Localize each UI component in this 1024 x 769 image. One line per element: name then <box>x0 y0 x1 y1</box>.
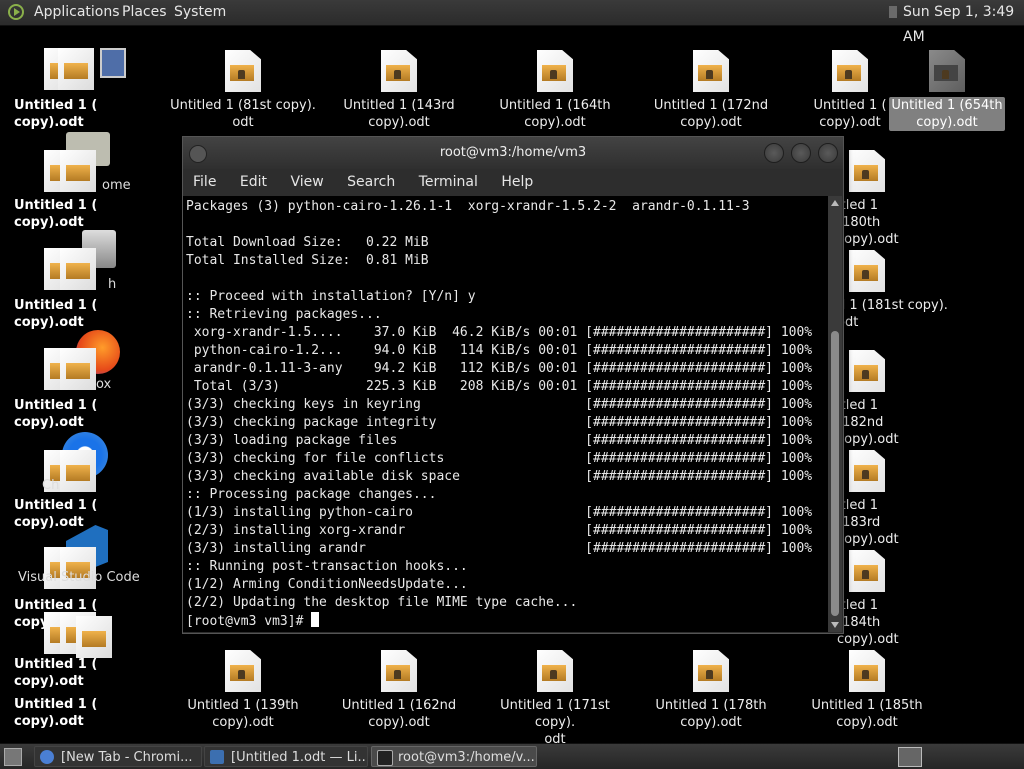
workspace-switcher[interactable] <box>898 747 922 767</box>
computer-icon <box>100 48 126 78</box>
desktop-file-icon[interactable]: itled 1 (180th copy).odt <box>835 150 925 248</box>
top-panel: Applications Places System Sun Sep 1, 3:… <box>0 0 1024 45</box>
panel-clock[interactable]: Sun Sep 1, 3:49 AM <box>903 0 1024 50</box>
vscode-label: Visual Studio Code <box>18 570 140 585</box>
writer-icon <box>210 750 224 764</box>
document-icon <box>225 50 261 92</box>
menu-edit[interactable]: Edit <box>240 174 267 190</box>
task-chromium[interactable]: [New Tab - Chromi... <box>34 746 202 767</box>
document-icon <box>849 350 885 392</box>
desktop-file-icon[interactable]: Untitled 1 (162nd copy).odt <box>324 650 474 731</box>
desktop-file-icon[interactable]: Untitled 1 (139th copy).odt <box>168 650 318 731</box>
distro-logo-icon[interactable] <box>8 4 24 20</box>
desktop-file-icon[interactable]: itled 1 (183rd copy).odt <box>835 450 925 548</box>
document-icon <box>60 150 96 192</box>
document-icon <box>225 650 261 692</box>
home-label: ome <box>102 178 131 193</box>
desktop-icon-label[interactable]: Untitled 1 ( copy).odt <box>14 696 97 730</box>
menu-view[interactable]: View <box>290 174 323 190</box>
desktop-file-icon[interactable]: Untitled 1 (185th copy).odt <box>792 650 942 731</box>
menu-search[interactable]: Search <box>347 174 395 190</box>
document-icon <box>693 650 729 692</box>
document-icon <box>849 550 885 592</box>
desktop-icon-label: Untitled 1 ( copy).odt <box>14 198 98 230</box>
close-button[interactable] <box>818 143 838 163</box>
firefox-label: ox <box>96 377 112 392</box>
terminal-text: Packages (3) python-cairo-1.26.1-1 xorg-… <box>186 199 813 629</box>
desktop-icon-label: Untitled 1 ( copy).odt <box>14 298 98 330</box>
menu-file[interactable]: File <box>193 174 216 190</box>
document-icon <box>693 50 729 92</box>
show-desktop-icon[interactable] <box>4 748 22 766</box>
terminal-cursor <box>311 612 320 627</box>
task-terminal[interactable]: root@vm3:/home/v... <box>371 746 537 767</box>
window-menu-icon[interactable] <box>189 145 207 163</box>
document-icon <box>381 650 417 692</box>
document-icon <box>849 650 885 692</box>
desktop-file-icon[interactable]: Untitled 1 (178th copy).odt <box>636 650 786 731</box>
desktop-file-icon[interactable]: itled 1 (184th copy).odt <box>835 550 925 648</box>
document-icon <box>849 250 885 292</box>
terminal-menubar: File Edit View Search Terminal Help <box>183 169 843 196</box>
bottom-taskbar: [New Tab - Chromi... [Untitled 1.odt — L… <box>0 743 1024 769</box>
terminal-scrollbar[interactable] <box>828 196 842 632</box>
desktop-icon-label[interactable]: Untitled 1 ( copy).odt <box>14 656 97 690</box>
chromium-label: Ch <box>42 478 60 493</box>
minimize-button[interactable] <box>764 143 784 163</box>
document-icon <box>832 50 868 92</box>
desktop-file-icon[interactable]: Untitled 1 (172nd copy).odt <box>636 50 786 131</box>
document-icon <box>929 50 965 92</box>
desktop-file-icon[interactable]: Untitled 1 (171st copy). odt <box>480 650 630 748</box>
document-icon <box>76 616 112 658</box>
desktop-file-icon[interactable]: Untitled 1 (143rd copy).odt <box>324 50 474 131</box>
maximize-button[interactable] <box>791 143 811 163</box>
document-icon <box>849 150 885 192</box>
terminal-icon <box>377 750 393 766</box>
desktop-icon-label: Untitled 1 ( copy).odt <box>14 98 98 130</box>
chromium-icon <box>40 750 54 764</box>
menu-help[interactable]: Help <box>501 174 533 190</box>
scroll-up-arrow-icon[interactable] <box>831 200 839 206</box>
terminal-output[interactable]: Packages (3) python-cairo-1.26.1-1 xorg-… <box>183 196 828 632</box>
terminal-titlebar[interactable]: root@vm3:/home/vm3 <box>183 137 843 169</box>
document-icon <box>537 650 573 692</box>
menu-system[interactable]: System <box>174 0 226 25</box>
desktop-file-icon[interactable]: Untitled 1 (81st copy). odt <box>168 50 318 131</box>
desktop-file-icon-selected[interactable]: Untitled 1 (654th copy).odt <box>872 50 1022 131</box>
panel-applet-icon[interactable] <box>889 6 897 18</box>
terminal-window[interactable]: root@vm3:/home/vm3 File Edit View Search… <box>182 136 844 634</box>
document-icon <box>60 450 96 492</box>
scrollbar-thumb[interactable] <box>831 331 839 616</box>
terminal-title: root@vm3:/home/vm3 <box>439 145 587 160</box>
menu-applications[interactable]: Applications <box>34 0 120 25</box>
scroll-down-arrow-icon[interactable] <box>831 622 839 628</box>
document-icon <box>381 50 417 92</box>
desktop-file-icon[interactable]: d 1 (181st copy). odt <box>835 250 950 331</box>
document-icon <box>58 48 94 90</box>
task-libreoffice[interactable]: [Untitled 1.odt — Li... <box>204 746 368 767</box>
desktop-icon-label: Untitled 1 ( copy).odt <box>14 498 98 530</box>
desktop-file-icon[interactable]: Untitled 1 (164th copy).odt <box>480 50 630 131</box>
menu-terminal[interactable]: Terminal <box>419 174 478 190</box>
document-icon <box>537 50 573 92</box>
desktop-icon-label: Untitled 1 ( copy).odt <box>14 398 98 430</box>
document-icon <box>60 348 96 390</box>
document-icon <box>60 248 96 290</box>
menu-places[interactable]: Places <box>122 0 167 25</box>
desktop-file-icon[interactable]: itled 1 (182nd copy).odt <box>835 350 925 448</box>
document-icon <box>849 450 885 492</box>
trash-label: h <box>108 277 117 292</box>
